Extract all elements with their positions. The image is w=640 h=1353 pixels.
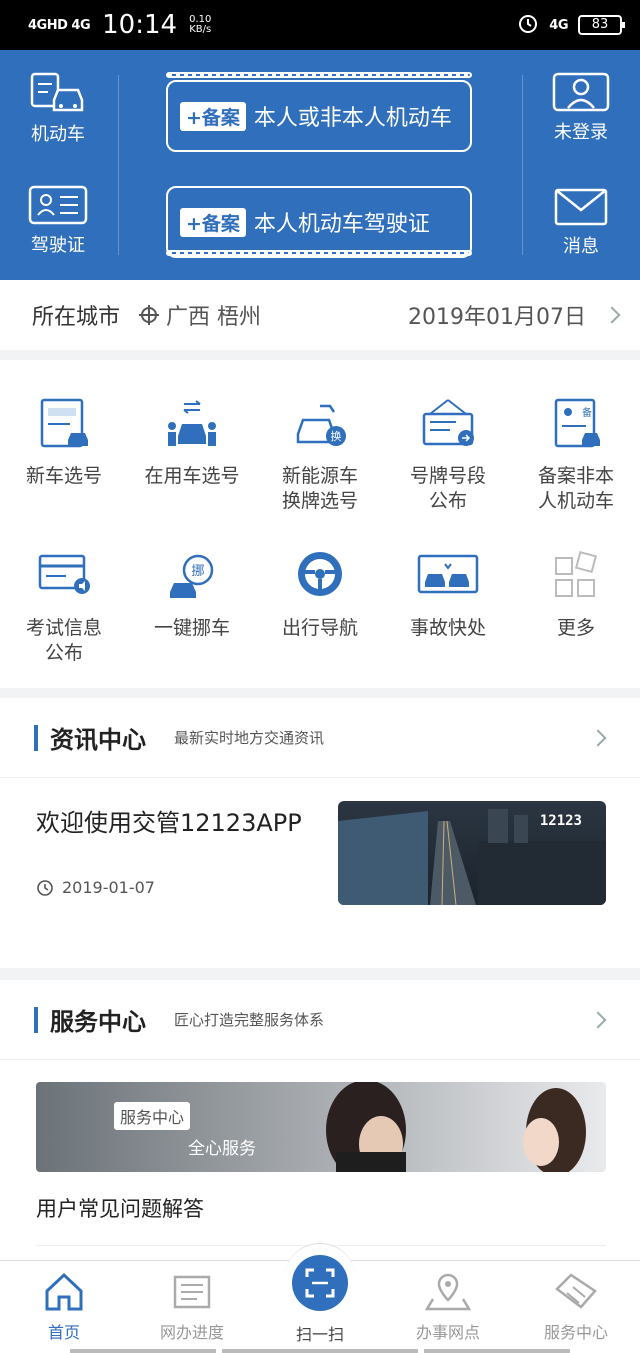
grid-item-plate-range[interactable]: 号牌号段 公布	[384, 396, 512, 514]
move-car-icon: 挪	[170, 554, 214, 598]
network-indicator: 4GHD 4G	[28, 17, 91, 33]
service-banner-tagline: 全心服务	[188, 1139, 256, 1159]
register-tag: +备案	[180, 207, 246, 237]
home-icon	[45, 1272, 83, 1311]
more-icon	[555, 550, 598, 597]
grid-item-ev-plate[interactable]: 换 新能源车 换牌选号	[256, 396, 384, 514]
current-date: 2019年01月07日	[408, 305, 586, 330]
city-row[interactable]: 所在城市 广西 梧州 2019年01月07日	[0, 280, 640, 350]
clock: 10:14	[102, 10, 178, 40]
scan-icon	[305, 1268, 335, 1298]
nav-progress[interactable]: 网办进度	[128, 1271, 256, 1343]
ev-plate-icon: 换	[296, 404, 346, 446]
gesture-bar	[424, 1349, 570, 1353]
scan-label[interactable]: 扫一扫	[256, 1321, 384, 1345]
register-license-button[interactable]: +备案 本人机动车驾驶证	[166, 186, 472, 258]
service-section: 服务中心 匠心打造完整服务体系 服务中心 全心服务 用户常见问题解答	[0, 980, 640, 1260]
bottom-nav: 首页 网办进度 扫一扫 办事网点 服务中心	[0, 1243, 640, 1353]
login-button[interactable]: 未登录	[526, 72, 636, 144]
service-banner[interactable]: 服务中心 全心服务	[36, 1082, 606, 1172]
license-button[interactable]: 驾驶证	[3, 185, 113, 257]
steering-wheel-icon	[298, 552, 342, 596]
service-subtitle: 匠心打造完整服务体系	[174, 1011, 325, 1029]
clock-icon	[37, 879, 53, 896]
register-vehicle-button[interactable]: +备案 本人或非本人机动车	[166, 80, 472, 152]
plate-range-icon	[422, 399, 474, 446]
news-thumbnail[interactable]: 12123	[338, 801, 606, 905]
header-banner: 机动车 驾驶证 +备案 本人或非本人机动车 +备案 本人机动车驾驶证 未登录 消…	[0, 50, 640, 280]
envelope-icon	[554, 188, 608, 226]
service-title: 服务中心	[50, 1008, 146, 1036]
section-accent	[34, 724, 38, 751]
exam-info-icon	[38, 554, 90, 594]
gesture-bar	[222, 1349, 418, 1353]
user-icon	[552, 72, 610, 112]
progress-icon	[173, 1275, 211, 1309]
ticket-bottom-bar	[166, 250, 472, 256]
service-banner-tag: 服务中心	[114, 1102, 191, 1130]
svg-text:备: 备	[582, 406, 592, 419]
news-item-title[interactable]: 欢迎使用交管12123APP	[36, 803, 302, 838]
new-car-plate-icon	[40, 398, 88, 448]
ticket-top-bar	[166, 72, 472, 78]
svg-text:换: 换	[331, 429, 342, 443]
map-pin-icon	[425, 1273, 471, 1311]
handshake-icon	[555, 1273, 597, 1309]
city-selector[interactable]: 广西 梧州	[138, 299, 261, 331]
news-item-date: 2019-01-07	[36, 878, 155, 897]
grid-item-accident[interactable]: 事故快处	[384, 548, 512, 641]
chevron-right-icon	[589, 729, 607, 746]
vehicle-button[interactable]: 机动车	[3, 70, 113, 146]
section-accent	[34, 1006, 38, 1033]
grid-item-used-car-plate[interactable]: 在用车选号	[128, 396, 256, 489]
scan-button[interactable]	[292, 1255, 348, 1311]
grid-item-more[interactable]: 更多	[512, 548, 640, 641]
grid-item-move-car[interactable]: 挪 一键挪车	[128, 548, 256, 641]
id-card-icon	[28, 185, 88, 225]
faq-link[interactable]: 用户常见问题解答	[36, 1193, 204, 1223]
accident-icon	[417, 554, 479, 594]
nav-service[interactable]: 服务中心	[512, 1271, 640, 1343]
chevron-right-icon	[603, 306, 621, 324]
divider	[118, 75, 119, 255]
news-subtitle: 最新实时地方交通资讯	[174, 729, 325, 747]
register-tag: +备案	[180, 101, 246, 131]
grid-item-register-vehicle[interactable]: 备 备案非本 人机动车	[512, 396, 640, 514]
divider	[522, 75, 523, 255]
grid-item-exam-info[interactable]: 考试信息 公布	[0, 548, 128, 666]
nav-outlets[interactable]: 办事网点	[384, 1271, 512, 1343]
vehicle-icon	[30, 72, 84, 112]
grid-item-navigation[interactable]: 出行导航	[256, 548, 384, 641]
message-button[interactable]: 消息	[526, 188, 636, 258]
gesture-bar	[70, 1349, 216, 1353]
news-title: 资讯中心	[50, 726, 146, 754]
nav-home[interactable]: 首页	[0, 1271, 128, 1343]
news-header[interactable]: 资讯中心 最新实时地方交通资讯	[0, 698, 640, 778]
crosshair-icon	[139, 305, 160, 325]
net-speed: 0.10 KB/s	[189, 14, 212, 35]
register-vehicle-icon: 备	[554, 398, 600, 448]
service-header[interactable]: 服务中心 匠心打造完整服务体系	[0, 980, 640, 1060]
svg-text:挪: 挪	[191, 564, 204, 579]
thumbnail-caption: 12123	[540, 813, 582, 829]
network-indicator-right: 4G	[549, 17, 568, 33]
status-bar: 4GHD 4G 10:14 0.10 KB/s 4G 83	[0, 0, 640, 50]
used-car-plate-icon	[168, 400, 216, 446]
grid-item-new-car-plate[interactable]: 新车选号	[0, 396, 128, 489]
news-section: 资讯中心 最新实时地方交通资讯 欢迎使用交管12123APP 2019-01-0…	[0, 698, 640, 968]
battery-icon: 83	[578, 15, 625, 35]
chevron-right-icon	[589, 1011, 607, 1028]
city-label: 所在城市	[32, 305, 121, 330]
alarm-icon	[517, 12, 539, 38]
service-grid: 新车选号 在用车选号 换 新能源车 换牌选号 号牌号段 公布 备 备案非本 人机…	[0, 360, 640, 688]
